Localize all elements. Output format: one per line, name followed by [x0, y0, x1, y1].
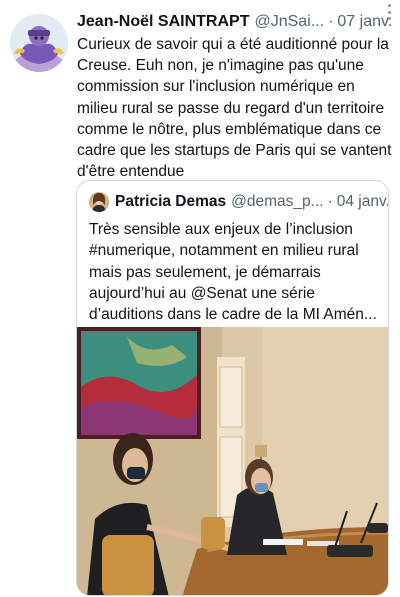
author-avatar[interactable]	[10, 14, 68, 72]
quoted-header-separator: ·	[327, 193, 333, 210]
ellipsis-vertical-icon[interactable]	[382, 4, 396, 20]
quoted-tweet-text: Très sensible aux enjeux de l’inclusion …	[89, 221, 377, 324]
quoted-tweet[interactable]: Patricia Demas @demas_p... · 04 janv. Tr…	[76, 180, 389, 596]
tweet[interactable]: Jean-Noël SAINTRAPT @JnSai... · 07 janv.…	[0, 0, 400, 597]
author-name[interactable]: Jean-Noël SAINTRAPT	[77, 13, 249, 31]
header-separator: ·	[328, 13, 334, 30]
quoted-author-avatar	[89, 192, 109, 212]
quoted-tweet-date: 04 janv.	[336, 193, 389, 210]
tweet-text: Curieux de savoir qui a été auditionné p…	[77, 36, 392, 181]
author-handle[interactable]: @JnSai...	[254, 13, 324, 31]
quoted-tweet-header: Patricia Demas @demas_p... · 04 janv.	[89, 191, 388, 213]
quoted-tweet-photo[interactable]	[77, 327, 388, 595]
tweet-header: Jean-Noël SAINTRAPT @JnSai... · 07 janv.	[77, 11, 395, 33]
quoted-author-handle: @demas_p...	[231, 193, 324, 210]
quoted-author-name: Patricia Demas	[115, 193, 227, 210]
